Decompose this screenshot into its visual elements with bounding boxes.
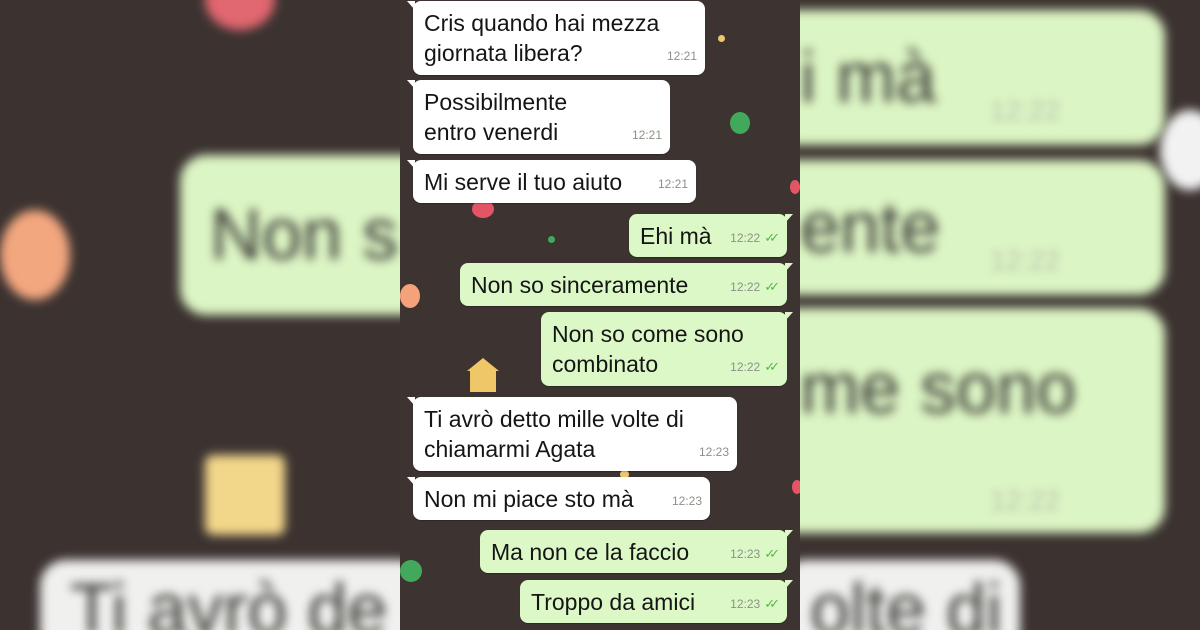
chat-conversation[interactable]: Cris quando hai mezza giornata libera? 1… [400, 0, 800, 630]
wallpaper-house-icon [467, 358, 499, 392]
wallpaper-orange-icon [400, 284, 420, 308]
incoming-message[interactable]: Non mi piace sto mà 12:23 [407, 477, 710, 520]
incoming-message[interactable]: Ti avrò detto mille volte di chiamarmi A… [407, 397, 737, 471]
message-meta: 12:22 ✓✓ [730, 272, 780, 302]
message-time: 12:22 [730, 360, 761, 374]
message-meta: 12:21 [632, 120, 662, 150]
incoming-message[interactable]: Possibilmente entro venerdi 12:21 [407, 80, 670, 154]
message-meta: 12:23 ✓✓ [730, 539, 780, 569]
message-text: Possibilmente entro venerdi [424, 89, 568, 145]
double-check-icon: ✓✓ [764, 596, 780, 611]
outgoing-message[interactable]: Troppo da amici 12:23 ✓✓ [520, 580, 793, 623]
outgoing-message[interactable]: Non so sinceramente 12:22 ✓✓ [460, 263, 793, 306]
background-bubble: Ti avrò de [40, 560, 425, 630]
double-check-icon: ✓✓ [764, 230, 780, 245]
outgoing-message[interactable]: Non so come sono combinato 12:22 ✓✓ [541, 312, 793, 386]
message-meta: 12:21 [658, 169, 688, 199]
background-bubble: olte di [780, 560, 1020, 630]
message-meta: 12:23 ✓✓ [730, 589, 780, 619]
message-text: Cris quando hai mezza giornata libera? [424, 10, 660, 66]
wallpaper-dot [790, 180, 800, 194]
outgoing-message[interactable]: Ehi mà 12:22 ✓✓ [629, 214, 793, 257]
background-bubble: i mà [770, 10, 1165, 145]
background-bubble: ente [770, 160, 1165, 295]
message-text: Ti avrò detto mille volte di chiamarmi A… [424, 406, 684, 462]
message-meta: 12:22 ✓✓ [730, 352, 780, 382]
background-decoration [205, 455, 285, 535]
background-decoration [0, 210, 70, 300]
background-timestamp: 12:22 [990, 485, 1061, 516]
background-timestamp: 12:22 [990, 95, 1061, 126]
wallpaper-dot [548, 236, 555, 243]
message-time: 12:21 [657, 177, 688, 191]
message-time: 12:22 [730, 280, 761, 294]
wallpaper-leaf-icon [400, 560, 422, 582]
double-check-icon: ✓✓ [764, 359, 780, 374]
wallpaper-apple-icon [792, 480, 800, 494]
message-meta: 12:22 ✓✓ [730, 223, 780, 253]
wallpaper-leaf-icon [730, 112, 750, 134]
message-meta: 12:21 [667, 41, 697, 71]
background-decoration [205, 0, 275, 30]
background-decoration [1160, 110, 1200, 190]
double-check-icon: ✓✓ [764, 546, 780, 561]
incoming-message[interactable]: Cris quando hai mezza giornata libera? 1… [407, 1, 705, 75]
message-time: 12:22 [730, 231, 761, 245]
message-text: Mi serve il tuo aiuto [424, 169, 623, 195]
outgoing-message[interactable]: Ma non ce la faccio 12:23 ✓✓ [480, 530, 793, 573]
message-text: Non mi piace sto mà [424, 486, 634, 512]
message-time: 12:21 [631, 128, 662, 142]
wallpaper-dot [718, 35, 725, 42]
message-time: 12:21 [666, 49, 697, 63]
message-time: 12:23 [698, 445, 729, 459]
message-time: 12:23 [671, 494, 702, 508]
background-bubble: me sono [770, 308, 1165, 533]
message-meta: 12:23 [672, 486, 702, 516]
background-timestamp: 12:22 [990, 245, 1061, 276]
incoming-message[interactable]: Mi serve il tuo aiuto 12:21 [407, 160, 696, 203]
message-time: 12:23 [730, 597, 761, 611]
double-check-icon: ✓✓ [764, 279, 780, 294]
message-time: 12:23 [730, 547, 761, 561]
message-meta: 12:23 [699, 437, 729, 467]
